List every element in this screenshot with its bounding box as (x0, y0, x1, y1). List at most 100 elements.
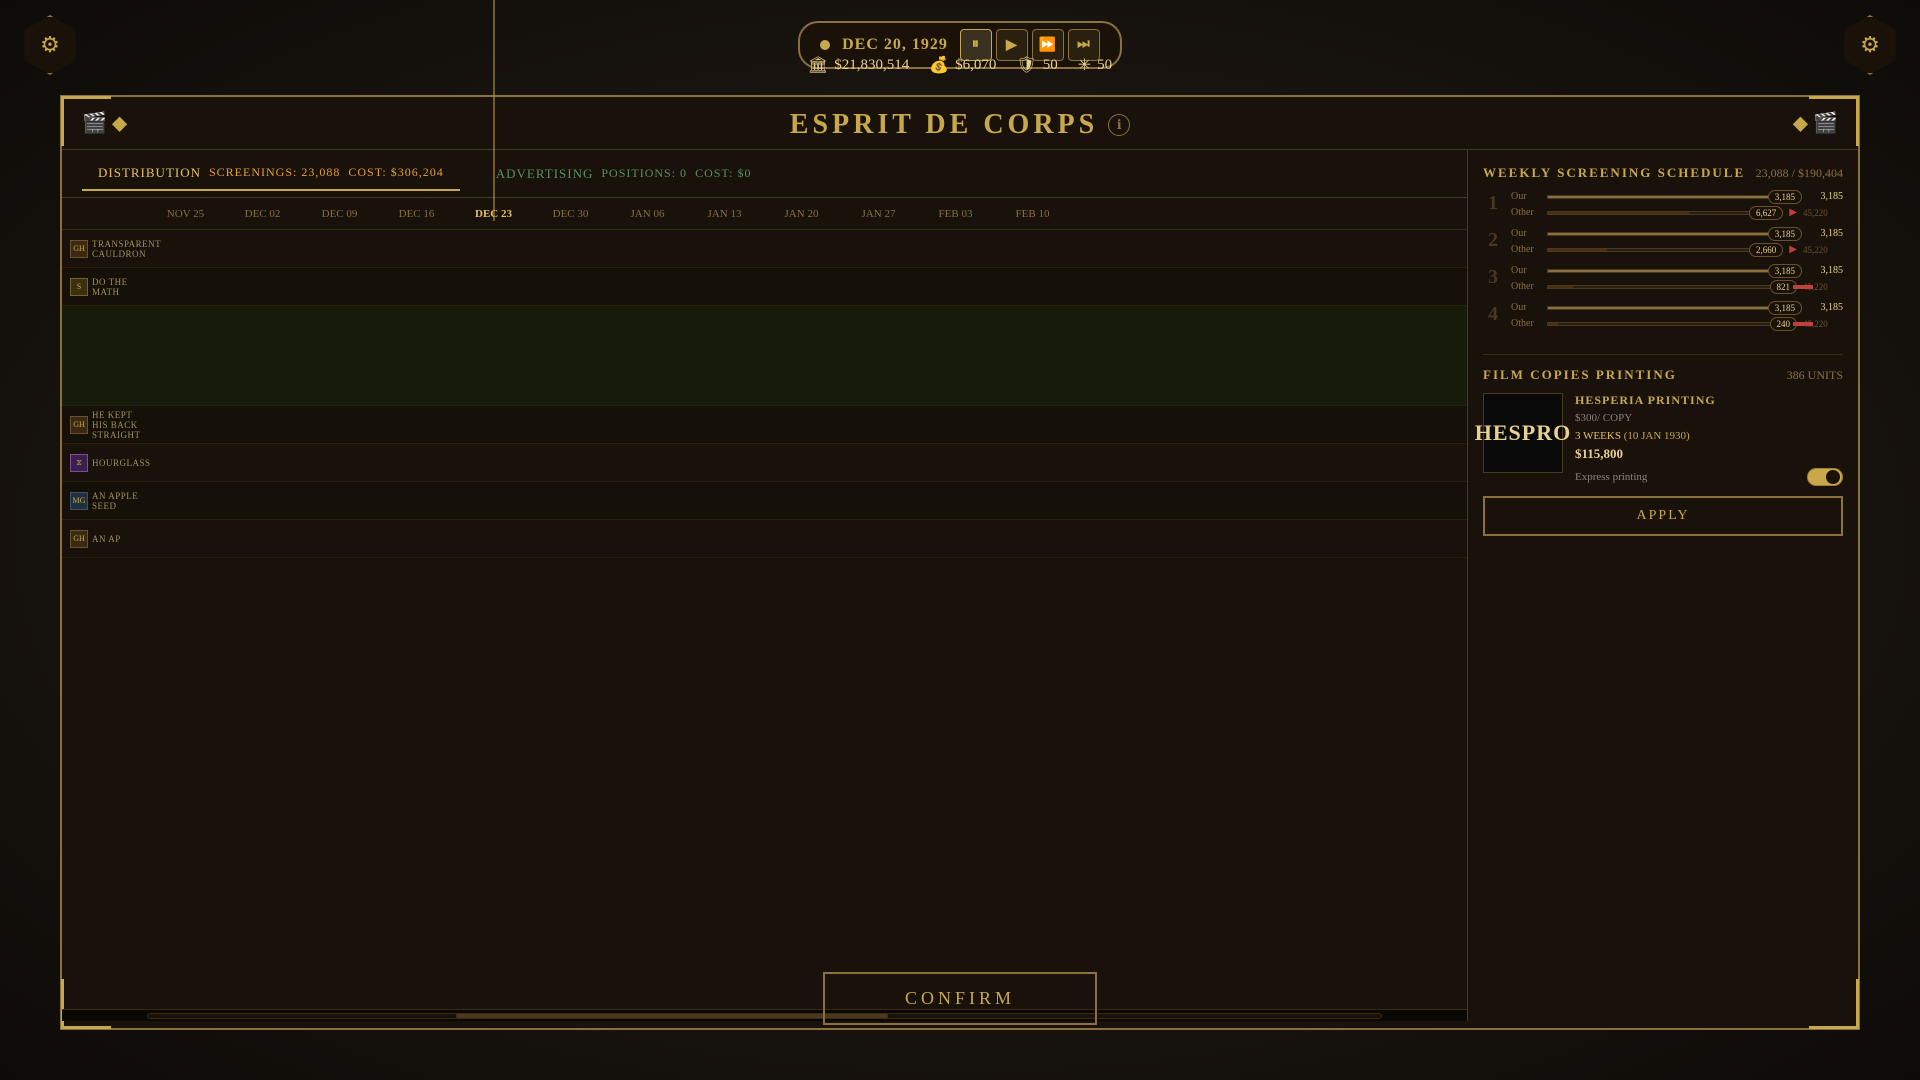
apply-button[interactable]: APPLY (1483, 496, 1843, 536)
toggle-knob (1826, 470, 1840, 484)
express-row: Express printing (1575, 468, 1843, 486)
week-row-1-our: Our 3,185 3,185 (1511, 191, 1843, 202)
slider-fill-our-2 (1548, 233, 1776, 235)
film-row-apple-seed: MG AN APPLE SEED ⊙ ✕ ♥ +4 462 (62, 482, 1467, 520)
tabs: DISTRIBUTION SCREENINGS: 23,088 COST: $3… (62, 150, 1467, 198)
col-jan27: JAN 27 (840, 208, 917, 220)
slider-other-2[interactable]: 2,660 (1547, 248, 1783, 252)
duration-date: (10 JAN 1930) (1624, 430, 1690, 442)
week-row-2-our: Our 3,185 3,185 (1511, 228, 1843, 239)
slider-other-1[interactable]: 6,627 (1547, 211, 1783, 215)
red-marker-3 (1793, 285, 1813, 289)
week-row-2-other: Other 2,660 ▶ 45,220 (1511, 244, 1843, 255)
film-copies-section: FILM COPIES PRINTING 386 UNITS HESPRO HE… (1483, 354, 1843, 536)
col-dec16: DEC 16 (378, 208, 455, 220)
col-jan06: JAN 06 (609, 208, 686, 220)
slider-other-4[interactable]: 240 (1547, 322, 1797, 326)
week-num-1: 1 (1483, 191, 1503, 218)
week-rows-3: Our 3,185 3,185 Other 821 (1511, 265, 1843, 292)
film-label-do-the-math: S DO THE MATH (62, 277, 147, 297)
tab-distribution[interactable]: DISTRIBUTION SCREENINGS: 23,088 COST: $3… (82, 157, 460, 191)
info-button[interactable]: ℹ (1108, 114, 1130, 136)
max-1: 45,220 (1803, 208, 1843, 218)
settings-button[interactable]: ⚙ (20, 15, 80, 75)
advertising-positions: POSITIONS: 0 (601, 166, 687, 181)
film-badge-gh: GH (70, 240, 88, 258)
film-badge-an-ap: GH (70, 530, 88, 548)
slider-fill-our-1 (1548, 196, 1776, 198)
shield-icon: 🛡 (1016, 55, 1036, 75)
col-dec02: DEC 02 (224, 208, 301, 220)
val-our-1: 3,185 (1808, 191, 1843, 202)
film-label-apple-seed: MG AN APPLE SEED (62, 491, 147, 511)
week-rows-4: Our 3,185 3,185 Other 240 (1511, 302, 1843, 329)
col-dec23: DEC 23 (455, 208, 532, 220)
stats-bar: 🏛 $21,830,514 💰 $6,070 🛡 50 ✳ 50 (808, 55, 1112, 75)
slider-our-4[interactable]: 3,185 (1547, 306, 1802, 310)
schedule-week-2: 2 Our 3,185 3,185 Other (1483, 228, 1843, 255)
printer-duration: 3 WEEKS (10 JAN 1930) (1575, 430, 1843, 442)
coins-icon: 💰 (929, 55, 949, 75)
film-label-an-ap: GH AN AP (62, 530, 147, 548)
star-icon: ✳ (1078, 55, 1091, 75)
confirm-button[interactable]: CONFIRM (823, 972, 1097, 1025)
weekly-schedule-section: WEEKLY SCREENING SCHEDULE 23,088 / $190,… (1483, 165, 1843, 339)
advertising-cost: COST: $0 (695, 166, 751, 181)
copies-units: 386 UNITS (1787, 368, 1843, 383)
red-marker-4 (1793, 322, 1813, 326)
film-badge-he-kept: GH (70, 416, 88, 434)
scrollbar-track[interactable] (147, 1013, 1382, 1019)
week-num-2: 2 (1483, 228, 1503, 255)
slider-our-1[interactable]: 3,185 (1547, 195, 1802, 199)
date-dot (820, 40, 830, 50)
film-label-transparent-cauldron: GH TRANSPARENT CAULDRON (62, 239, 147, 259)
slider-our-3[interactable]: 3,185 (1547, 269, 1802, 273)
slider-fill-our-4 (1548, 307, 1776, 309)
printer-total: $115,800 (1575, 446, 1843, 462)
printer-logo: HESPRO (1483, 393, 1563, 473)
top-right-button[interactable]: ⚙ (1840, 15, 1900, 75)
slider-fill-other-1 (1548, 212, 1689, 214)
slider-badge-other-2: 2,660 (1749, 243, 1783, 257)
film-row-do-the-math: S DO THE MATH 🛡 (62, 268, 1467, 306)
week-row-4-other: Other 240 45,220 (1511, 318, 1843, 329)
slider-our-2[interactable]: 3,185 (1547, 232, 1802, 236)
distribution-cost: COST: $306,204 (348, 165, 443, 180)
slider-fill-our-3 (1548, 270, 1776, 272)
panel-title: ESPRIT DE CORPS (790, 109, 1098, 141)
shield-value: 50 (1043, 57, 1058, 74)
label-other-1: Other (1511, 207, 1541, 218)
max-2: 45,220 (1803, 245, 1843, 255)
top-bar: ⚙ DEC 20, 1929 ⏸ ▶ ⏩ ⏭ 🏛 $21,830,514 💰 $… (0, 0, 1920, 90)
label-our-2: Our (1511, 228, 1541, 239)
distribution-screenings: SCREENINGS: 23,088 (209, 165, 340, 180)
week-num-4: 4 (1483, 302, 1503, 329)
col-dec09: DEC 09 (301, 208, 378, 220)
slider-fill-other-4 (1548, 323, 1558, 325)
schedule-week-4: 4 Our 3,185 3,185 Other (1483, 302, 1843, 329)
film-badge-hourglass: ⧖ (70, 454, 88, 472)
film-row-esprit: ◀ ▶ ◈ ◈ ◈ (62, 306, 1467, 406)
col-dec30: DEC 30 (532, 208, 609, 220)
coins-stat: 💰 $6,070 (929, 55, 996, 75)
film-rows: GH TRANSPARENT CAULDRON ⚙ ✕ S (62, 230, 1467, 1009)
week-row-1-other: Other 6,627 ▶ 45,220 (1511, 207, 1843, 218)
tab-advertising[interactable]: ADVERTISING POSITIONS: 0 COST: $0 (480, 158, 768, 190)
star-stat: ✳ 50 (1078, 55, 1112, 75)
star-value: 50 (1097, 57, 1112, 74)
week-row-4-our: Our 3,185 3,185 (1511, 302, 1843, 313)
slider-other-3[interactable]: 821 (1547, 285, 1797, 289)
film-name-transparent-cauldron: TRANSPARENT CAULDRON (92, 239, 161, 259)
confirm-area: CONFIRM (823, 972, 1097, 1025)
panel-body: DISTRIBUTION SCREENINGS: 23,088 COST: $3… (62, 150, 1858, 1021)
copies-header: FILM COPIES PRINTING 386 UNITS (1483, 367, 1843, 383)
left-emblem: 🎬 ◆ (82, 111, 127, 136)
label-our-1: Our (1511, 191, 1541, 202)
film-row-transparent-cauldron: GH TRANSPARENT CAULDRON ⚙ ✕ (62, 230, 1467, 268)
week-rows-1: Our 3,185 3,185 Other 6,627 (1511, 191, 1843, 218)
week-row-3-other: Other 821 45,220 (1511, 281, 1843, 292)
express-toggle[interactable] (1807, 468, 1843, 486)
printer-name: HESPERIA PRINTING (1575, 393, 1843, 408)
slider-badge-our-2: 3,185 (1768, 227, 1802, 241)
label-our-3: Our (1511, 265, 1541, 276)
